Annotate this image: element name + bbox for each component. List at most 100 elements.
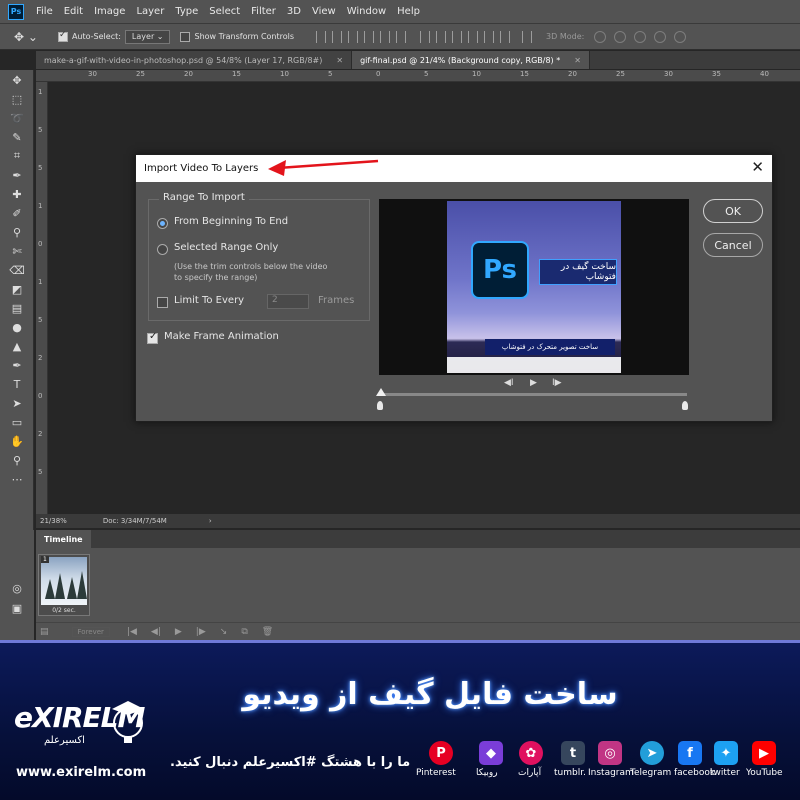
distribute-left-icon[interactable]	[468, 30, 479, 43]
make-frame-animation-label[interactable]: Make Frame Animation	[164, 331, 279, 342]
hand-tool-icon[interactable]: ✋	[9, 433, 25, 449]
youtube-icon[interactable]: ▶	[752, 741, 776, 765]
video-scrubber-track[interactable]	[379, 393, 687, 396]
aparat-icon[interactable]: ✿	[519, 741, 543, 765]
menu-image[interactable]: Image	[94, 6, 125, 17]
twitter-icon[interactable]: ✦	[714, 741, 738, 765]
tween-icon[interactable]: ↘	[220, 627, 228, 637]
distribute-middle-icon[interactable]	[436, 30, 447, 43]
orbit-3d-icon[interactable]	[594, 30, 607, 43]
healing-brush-tool-icon[interactable]: ✚	[9, 186, 25, 202]
move-tool-icon[interactable]: ✥ ⌄	[14, 30, 38, 44]
play-button[interactable]: ▶	[530, 378, 537, 388]
history-brush-tool-icon[interactable]: ✄	[9, 243, 25, 259]
close-icon[interactable]: ✕	[574, 56, 581, 65]
align-middle-icon[interactable]	[380, 30, 391, 43]
distribute-top-icon[interactable]	[420, 30, 431, 43]
scale-3d-icon[interactable]	[674, 30, 687, 43]
facebook-icon[interactable]: f	[678, 741, 702, 765]
align-right-icon[interactable]	[348, 30, 359, 43]
auto-align-icon[interactable]	[522, 30, 533, 43]
delete-frame-icon[interactable]: 🗑	[262, 627, 273, 637]
frame-delay[interactable]: 0/2 sec.	[39, 607, 89, 614]
make-frame-animation-checkbox[interactable]	[147, 331, 158, 344]
menu-select[interactable]: Select	[209, 6, 240, 17]
slide-3d-icon[interactable]	[654, 30, 667, 43]
align-center-icon[interactable]	[332, 30, 343, 43]
clone-stamp-tool-icon[interactable]: ⚲	[9, 224, 25, 240]
distribute-right-icon[interactable]	[500, 30, 511, 43]
type-tool-icon[interactable]: T	[9, 376, 25, 392]
trim-start-handle[interactable]	[377, 401, 383, 410]
align-bottom-icon[interactable]	[396, 30, 407, 43]
roll-3d-icon[interactable]	[614, 30, 627, 43]
convert-timeline-icon[interactable]: ▤	[40, 627, 49, 637]
selected-range-radio[interactable]	[157, 244, 168, 255]
menu-view[interactable]: View	[312, 6, 336, 17]
menu-type[interactable]: Type	[175, 6, 198, 17]
blur-tool-icon[interactable]: ●	[9, 319, 25, 335]
rubika-icon[interactable]: ◆	[479, 741, 503, 765]
lasso-tool-icon[interactable]: ➰	[9, 110, 25, 126]
distribute-bottom-icon[interactable]	[452, 30, 463, 43]
instagram-icon[interactable]: ◎	[598, 741, 622, 765]
gradient-tool-icon[interactable]: ▤	[9, 300, 25, 316]
shape-tool-icon[interactable]: ▭	[9, 414, 25, 430]
previous-frame-icon[interactable]: ◀|	[151, 627, 161, 637]
selected-range-label[interactable]: Selected Range Only	[174, 242, 278, 253]
cancel-button[interactable]: Cancel	[703, 233, 763, 257]
brand-url[interactable]: www.exirelm.com	[16, 765, 146, 780]
next-frame-button[interactable]: I▶	[552, 378, 562, 388]
close-icon[interactable]: ✕	[336, 56, 343, 65]
paint-bucket-tool-icon[interactable]: ◩	[9, 281, 25, 297]
status-menu-arrow-icon[interactable]: ›	[209, 517, 212, 525]
eyedropper-tool-icon[interactable]: ✒	[9, 167, 25, 183]
tab-make-a-gif[interactable]: make-a-gif-with-video-in-photoshop.psd @…	[36, 51, 353, 69]
quick-mask-icon[interactable]: ◎	[9, 580, 25, 596]
align-top-icon[interactable]	[364, 30, 375, 43]
show-transform-checkbox[interactable]	[180, 31, 191, 42]
menu-layer[interactable]: Layer	[136, 6, 164, 17]
duplicate-frame-icon[interactable]: ⧉	[241, 627, 247, 637]
brush-tool-icon[interactable]: ✐	[9, 205, 25, 221]
previous-frame-button[interactable]: ◀I	[504, 378, 514, 388]
menu-edit[interactable]: Edit	[64, 6, 83, 17]
screen-mode-icon[interactable]: ▣	[9, 600, 25, 616]
animation-frame[interactable]: 1 0/2 sec.	[38, 554, 90, 616]
limit-frames-input[interactable]: 2	[267, 294, 309, 309]
marquee-tool-icon[interactable]: ⬚	[9, 91, 25, 107]
limit-to-every-checkbox[interactable]	[157, 297, 168, 308]
menu-3d[interactable]: 3D	[287, 6, 301, 17]
limit-to-every-label[interactable]: Limit To Every	[174, 295, 244, 306]
ok-button[interactable]: OK	[703, 199, 763, 223]
menu-filter[interactable]: Filter	[251, 6, 276, 17]
zoom-tool-icon[interactable]: ⚲	[9, 452, 25, 468]
eraser-tool-icon[interactable]: ⌫	[9, 262, 25, 278]
close-icon[interactable]: ✕	[751, 158, 764, 176]
move-tool-icon[interactable]: ✥	[9, 72, 25, 88]
dodge-tool-icon[interactable]: ▲	[9, 338, 25, 354]
distribute-center-icon[interactable]	[484, 30, 495, 43]
auto-select-checkbox[interactable]	[57, 30, 68, 42]
play-icon[interactable]: ▶	[175, 627, 182, 637]
more-tools-icon[interactable]: ⋯	[9, 471, 25, 487]
pinterest-icon[interactable]: P	[429, 741, 453, 765]
next-frame-icon[interactable]: |▶	[196, 627, 206, 637]
from-beginning-radio[interactable]	[157, 218, 168, 229]
pan-3d-icon[interactable]	[634, 30, 647, 43]
path-selection-tool-icon[interactable]: ➤	[9, 395, 25, 411]
from-beginning-label[interactable]: From Beginning To End	[174, 216, 288, 227]
telegram-icon[interactable]: ➤	[640, 741, 664, 765]
align-left-icon[interactable]	[316, 30, 327, 43]
trim-end-handle[interactable]	[682, 401, 688, 410]
auto-select-target-dropdown[interactable]: Layer ⌄	[124, 29, 171, 44]
quick-selection-tool-icon[interactable]: ✎	[9, 129, 25, 145]
pen-tool-icon[interactable]: ✒	[9, 357, 25, 373]
first-frame-icon[interactable]: |◀	[127, 627, 137, 637]
loop-options-dropdown[interactable]: Forever	[71, 626, 110, 637]
crop-tool-icon[interactable]: ⌗	[9, 148, 25, 164]
menu-file[interactable]: File	[36, 6, 53, 17]
menu-help[interactable]: Help	[397, 6, 420, 17]
tumblr-icon[interactable]: t	[561, 741, 585, 765]
menu-window[interactable]: Window	[347, 6, 386, 17]
